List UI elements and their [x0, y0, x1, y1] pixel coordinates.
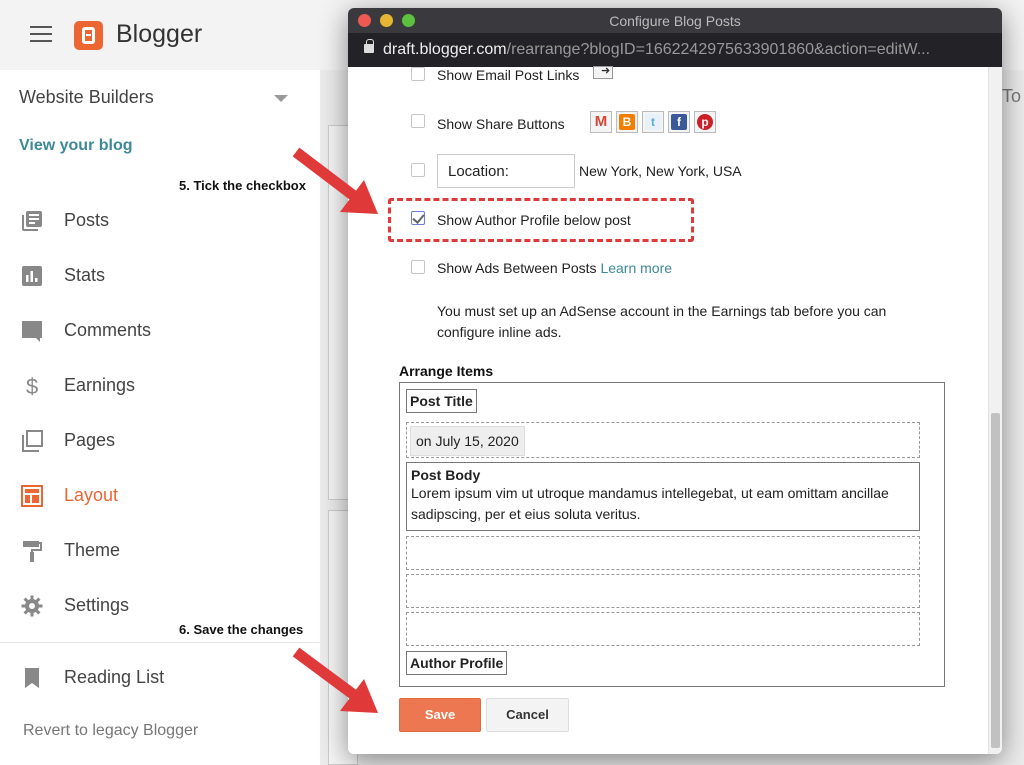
- annotation-step-6: 6. Save the changes: [179, 622, 304, 637]
- email-links-checkbox[interactable]: [411, 67, 425, 81]
- sidebar-item-label: Layout: [64, 485, 119, 505]
- sidebar-item-pages[interactable]: Pages: [0, 421, 320, 461]
- sidebar-item-label: Reading List: [64, 667, 165, 687]
- sidebar-item-settings[interactable]: Settings: [0, 586, 320, 626]
- scrollbar-thumb[interactable]: [991, 413, 1000, 748]
- sidebar-item-label: Posts: [64, 210, 110, 230]
- author-profile-label: Show Author Profile below post: [437, 212, 631, 228]
- gmail-icon: M: [590, 111, 612, 133]
- location-label: Location:: [448, 163, 509, 180]
- sidebar-item-earnings[interactable]: $ Earnings: [0, 366, 320, 406]
- chevron-down-icon[interactable]: [274, 95, 288, 102]
- location-checkbox[interactable]: [411, 163, 425, 177]
- adsense-note: You must set up an AdSense account in th…: [437, 303, 887, 340]
- empty-slot[interactable]: [406, 536, 920, 570]
- sidebar-item-label: Stats: [64, 265, 106, 285]
- sidebar-item-comments[interactable]: Comments: [0, 311, 320, 351]
- posts-icon: [22, 211, 42, 231]
- pinterest-icon: p: [694, 111, 716, 133]
- sidebar-item-theme[interactable]: Theme: [0, 531, 320, 571]
- sidebar-item-label: Earnings: [64, 375, 136, 395]
- date-row: on July 15, 2020: [406, 422, 920, 458]
- cancel-button[interactable]: Cancel: [486, 698, 569, 732]
- window-title: Configure Blog Posts: [609, 13, 741, 29]
- save-button[interactable]: Save: [399, 698, 481, 732]
- comments-icon: [22, 321, 42, 342]
- bookmark-icon: [25, 668, 39, 688]
- address-bar[interactable]: draft.blogger.com/rearrange?blogID=16622…: [348, 33, 1002, 67]
- ads-between-text: Show Ads Between Posts: [437, 260, 597, 276]
- blog-selector[interactable]: Website Builders: [19, 87, 154, 108]
- sidebar-item-label: Settings: [64, 595, 130, 615]
- gear-icon: [21, 595, 43, 617]
- post-body-text: Lorem ipsum vim ut utroque mandamus inte…: [411, 485, 889, 522]
- author-profile-item[interactable]: Author Profile: [406, 651, 508, 675]
- annotation-step-5: 5. Tick the checkbox: [179, 178, 306, 193]
- sidebar: Website Builders View your blog Posts St…: [0, 70, 320, 765]
- email-links-label: Show Email Post Links: [437, 67, 580, 83]
- location-label-box: Location:: [437, 154, 575, 188]
- sidebar-item-label: Pages: [64, 430, 116, 450]
- brand-name: Blogger: [116, 20, 203, 48]
- stats-icon: [22, 266, 42, 286]
- post-body-item[interactable]: Post Body Lorem ipsum vim ut utroque man…: [406, 462, 920, 531]
- date-item[interactable]: on July 15, 2020: [410, 426, 525, 456]
- scrollbar[interactable]: [988, 67, 1002, 754]
- sidebar-divider: [0, 642, 320, 643]
- screenshot: Blogger To Website Builders View your bl…: [0, 0, 1024, 765]
- pages-icon: [22, 430, 43, 452]
- facebook-icon: f: [668, 111, 690, 133]
- share-buttons-checkbox[interactable]: [411, 114, 425, 128]
- sidebar-item-label: Theme: [64, 540, 121, 560]
- empty-slot[interactable]: [406, 612, 920, 646]
- arrange-items-box: Post Title on July 15, 2020 Post Body Lo…: [399, 382, 945, 687]
- url-text[interactable]: draft.blogger.com/rearrange?blogID=16622…: [383, 41, 930, 59]
- ads-between-checkbox[interactable]: [411, 260, 425, 274]
- view-blog-link[interactable]: View your blog: [19, 137, 133, 155]
- sidebar-item-reading-list[interactable]: Reading List: [0, 658, 320, 698]
- sidebar-item-posts[interactable]: Posts: [0, 201, 320, 241]
- svg-text:$: $: [26, 374, 38, 398]
- email-icon: [593, 64, 613, 79]
- ads-between-label: Show Ads Between Posts Learn more: [437, 260, 672, 276]
- empty-slot[interactable]: [406, 574, 920, 608]
- blogger-icon: B: [616, 111, 638, 133]
- layout-icon: [21, 485, 43, 507]
- partial-label: To: [1002, 86, 1022, 106]
- sidebar-item-label: Comments: [64, 320, 152, 340]
- arrange-items-heading: Arrange Items: [399, 363, 494, 379]
- post-title-item[interactable]: Post Title: [406, 389, 477, 413]
- revert-legacy-link[interactable]: Revert to legacy Blogger: [23, 722, 198, 740]
- location-value: New York, New York, USA: [579, 163, 742, 179]
- configure-blog-posts-window: Configure Blog Posts draft.blogger.com/r…: [348, 8, 1002, 754]
- paint-roller-icon: [23, 541, 42, 562]
- twitter-icon: t: [642, 111, 664, 133]
- blogger-logo-icon: [74, 21, 103, 50]
- sidebar-item-stats[interactable]: Stats: [0, 256, 320, 296]
- sidebar-item-layout[interactable]: Layout: [0, 476, 320, 516]
- post-body-heading: Post Body: [411, 467, 481, 483]
- url-host: draft.blogger.com: [383, 41, 507, 58]
- window-titlebar[interactable]: Configure Blog Posts: [348, 8, 1002, 33]
- menu-icon[interactable]: [30, 26, 52, 42]
- learn-more-link[interactable]: Learn more: [600, 260, 672, 276]
- dollar-icon: $: [26, 374, 38, 398]
- lock-icon: [364, 39, 374, 53]
- author-profile-checkbox[interactable]: [411, 211, 425, 225]
- url-path: /rearrange?blogID=1662242975633901860&ac…: [506, 41, 931, 58]
- share-buttons-label: Show Share Buttons: [437, 116, 565, 132]
